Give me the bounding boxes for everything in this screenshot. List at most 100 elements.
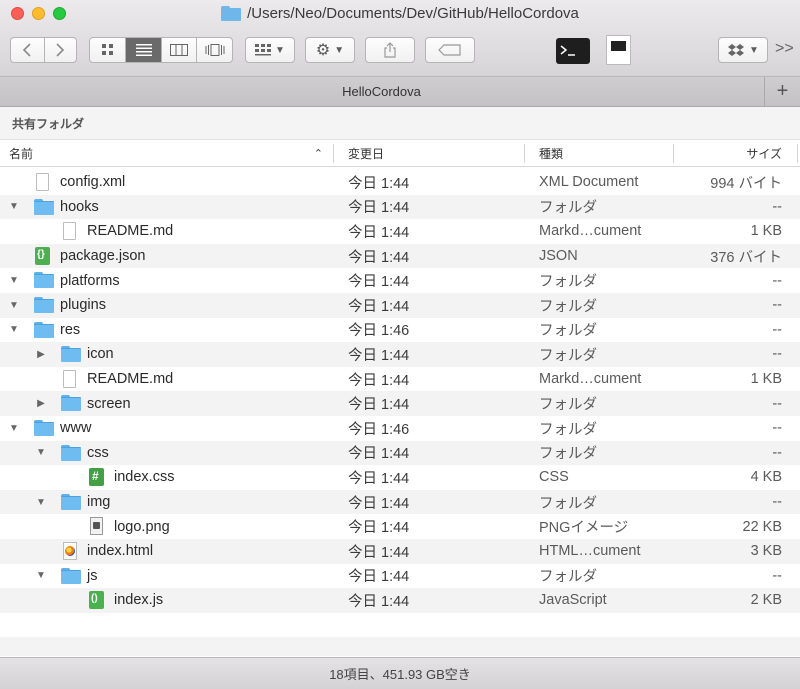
icon-view-button[interactable]	[90, 38, 125, 62]
file-row[interactable]: ▼ js 今日 1:44 フォルダ --	[0, 564, 800, 589]
chevron-down-icon: ▼	[749, 44, 759, 56]
column-header-kind[interactable]: 種類	[539, 141, 669, 166]
window-title: /Users/Neo/Documents/Dev/GitHub/HelloCor…	[0, 5, 800, 22]
file-size: 4 KB	[750, 469, 782, 486]
share-button[interactable]	[365, 37, 415, 63]
disclosure-collapsed-icon[interactable]: ▶	[35, 391, 47, 416]
file-date: 今日 1:44	[348, 347, 410, 364]
file-row[interactable]: ▶ icon 今日 1:44 フォルダ --	[0, 342, 800, 367]
disclosure-expanded-icon[interactable]: ▼	[8, 268, 20, 293]
file-row[interactable]: ▼ res 今日 1:46 フォルダ --	[0, 318, 800, 343]
file-kind: Markd…cument	[539, 371, 642, 388]
file-size: --	[772, 297, 782, 314]
javascript-file-icon	[88, 591, 108, 610]
file-size: --	[772, 346, 782, 363]
new-tab-button[interactable]: +	[764, 77, 800, 106]
disclosure-expanded-icon[interactable]: ▼	[8, 416, 20, 441]
tab-hellocordova[interactable]: HelloCordova	[0, 77, 763, 106]
file-row[interactable]: ▼ css 今日 1:44 フォルダ --	[0, 440, 800, 466]
arrange-button[interactable]: ▼	[245, 37, 295, 63]
column-view-icon	[170, 44, 189, 56]
file-row[interactable]: logo.png 今日 1:44 PNGイメージ 22 KB	[0, 514, 800, 539]
file-row[interactable]: index.js 今日 1:44 JavaScript 2 KB	[0, 588, 800, 613]
status-text: 18項目、451.93 GB空き	[329, 667, 471, 682]
terminal-icon[interactable]	[556, 38, 590, 64]
file-row[interactable]: config.xml 今日 1:44 XML Document 994 バイト	[0, 170, 800, 195]
file-row[interactable]: index.css 今日 1:44 CSS 4 KB	[0, 465, 800, 490]
file-size: 1 KB	[750, 223, 782, 240]
finder-window: /Users/Neo/Documents/Dev/GitHub/HelloCor…	[0, 0, 800, 689]
folder-icon	[61, 567, 81, 585]
disclosure-expanded-icon[interactable]: ▼	[35, 490, 47, 515]
disclosure-expanded-icon[interactable]: ▼	[35, 564, 47, 589]
json-file-icon	[34, 246, 54, 265]
column-divider[interactable]	[797, 144, 798, 163]
disclosure-expanded-icon[interactable]: ▼	[8, 293, 20, 318]
back-button[interactable]	[11, 38, 44, 62]
file-kind: フォルダ	[539, 298, 597, 315]
chevron-down-icon: ▼	[334, 44, 345, 56]
file-date: 今日 1:44	[348, 224, 410, 241]
file-row[interactable]: README.md 今日 1:44 Markd…cument 1 KB	[0, 367, 800, 392]
file-kind: フォルダ	[539, 347, 597, 364]
forward-button[interactable]	[43, 38, 77, 62]
dropbox-icon	[728, 43, 745, 56]
list-view-icon	[135, 44, 152, 56]
file-size: 376 バイト	[710, 249, 782, 266]
file-row[interactable]: ▼ plugins 今日 1:44 フォルダ --	[0, 292, 800, 318]
file-row[interactable]: ▼ hooks 今日 1:44 フォルダ --	[0, 194, 800, 220]
action-button[interactable]: ⚙ ▼	[305, 37, 355, 63]
file-name: res	[60, 321, 81, 338]
file-kind: フォルダ	[539, 569, 597, 586]
dropbox-button[interactable]: ▼	[718, 37, 768, 63]
disclosure-expanded-icon[interactable]: ▼	[35, 441, 47, 466]
file-name: www	[60, 420, 92, 437]
coverflow-view-button[interactable]	[196, 38, 232, 62]
column-header-date[interactable]: 変更日	[348, 141, 518, 166]
file-row[interactable]: ▶ screen 今日 1:44 フォルダ --	[0, 391, 800, 416]
file-size: --	[772, 272, 782, 289]
gear-icon: ⚙	[315, 42, 331, 59]
terminal-prompt-icon	[560, 45, 575, 56]
file-name: css	[87, 444, 109, 461]
share-icon	[384, 42, 396, 58]
file-date: 今日 1:44	[348, 249, 410, 266]
file-kind: フォルダ	[539, 274, 597, 291]
file-row[interactable]: ▼ img 今日 1:44 フォルダ --	[0, 489, 800, 515]
document-terminal-icon[interactable]	[606, 35, 631, 65]
file-name: logo.png	[114, 518, 170, 535]
file-row[interactable]: index.html 今日 1:44 HTML…cument 3 KB	[0, 538, 800, 564]
folder-icon	[34, 271, 54, 289]
disclosure-expanded-icon[interactable]: ▼	[8, 195, 20, 220]
toolbar-overflow-button[interactable]: >>	[775, 40, 794, 58]
file-row[interactable]: ▼ platforms 今日 1:44 フォルダ --	[0, 268, 800, 293]
html-file-icon	[61, 541, 81, 560]
file-row[interactable]: README.md 今日 1:44 Markd…cument 1 KB	[0, 219, 800, 244]
file-size: 2 KB	[750, 592, 782, 609]
empty-row	[0, 637, 800, 656]
tag-button[interactable]	[425, 37, 475, 63]
folder-icon	[61, 345, 81, 363]
file-size: --	[772, 198, 782, 215]
column-date-label: 変更日	[348, 147, 385, 161]
file-name: icon	[87, 346, 114, 363]
file-size: 994 バイト	[710, 175, 782, 192]
disclosure-expanded-icon[interactable]: ▼	[8, 318, 20, 343]
file-kind: CSS	[539, 469, 569, 486]
file-size: 22 KB	[742, 518, 783, 535]
file-kind: XML Document	[539, 174, 639, 191]
list-view-button[interactable]	[125, 38, 161, 62]
disclosure-collapsed-icon[interactable]: ▶	[35, 342, 47, 367]
file-kind: HTML…cument	[539, 543, 641, 560]
file-row[interactable]: package.json 今日 1:44 JSON 376 バイト	[0, 243, 800, 269]
column-divider[interactable]	[524, 144, 525, 163]
column-header-size[interactable]: サイズ	[674, 141, 782, 166]
coverflow-view-icon	[205, 44, 225, 56]
tag-icon	[438, 44, 461, 56]
file-row[interactable]: ▼ www 今日 1:46 フォルダ --	[0, 416, 800, 441]
file-name: screen	[87, 395, 131, 412]
file-date: 今日 1:44	[348, 544, 410, 561]
column-view-button[interactable]	[160, 38, 197, 62]
column-header-name[interactable]: 名前 ⌃	[9, 141, 329, 166]
column-divider[interactable]	[333, 144, 334, 163]
